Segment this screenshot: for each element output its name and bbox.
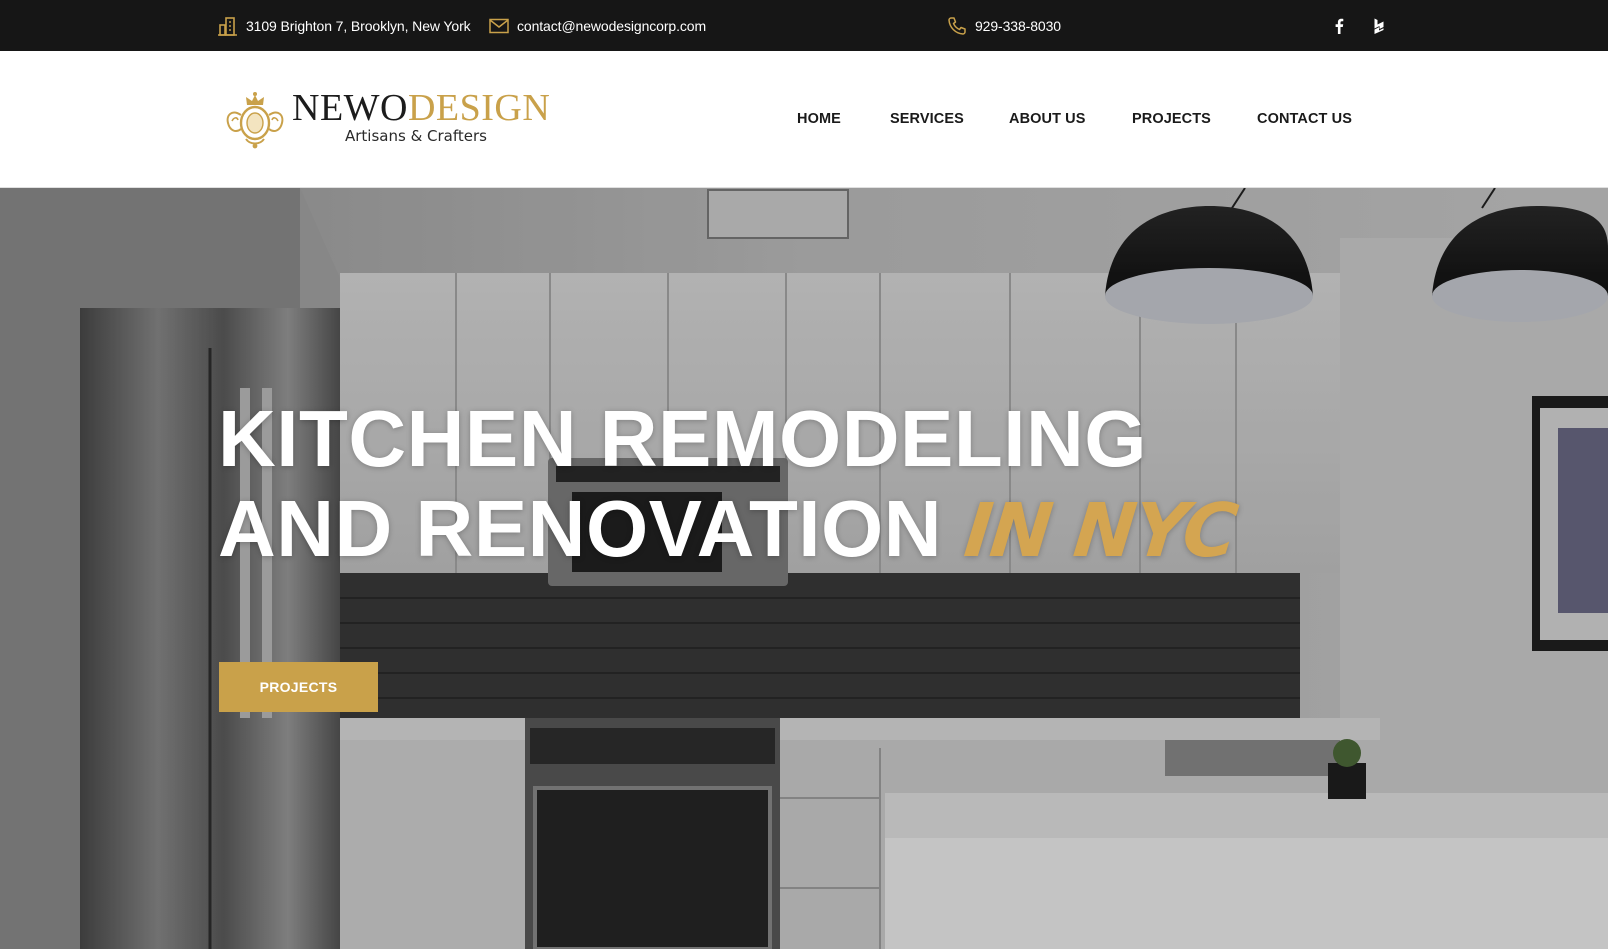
building-icon xyxy=(218,16,238,36)
nav-item-projects[interactable]: PROJECTS xyxy=(1132,51,1211,187)
site-header: NEWODESIGN Artisans & Crafters HOME SERV… xyxy=(0,51,1608,188)
projects-button[interactable]: PROJECTS xyxy=(219,662,378,712)
logo-name-gold: DESIGN xyxy=(407,87,551,129)
address-link[interactable]: 3109 Brighton 7, Brooklyn, New York xyxy=(218,0,471,51)
email-link[interactable]: contact@newodesigncorp.com xyxy=(489,0,706,51)
hero-title-line-1: KITCHEN REMODELING xyxy=(218,394,1147,483)
phone-icon xyxy=(947,16,967,36)
hero-title-accent: IN NYC xyxy=(960,488,1240,574)
facebook-icon[interactable] xyxy=(1329,16,1349,36)
hero-title-line-2: AND RENOVATION xyxy=(218,484,943,573)
logo-wordmark: NEWODESIGN xyxy=(292,89,550,127)
phone-link[interactable]: 929-338-8030 xyxy=(947,0,1061,51)
houzz-icon[interactable] xyxy=(1369,16,1389,36)
email-text: contact@newodesigncorp.com xyxy=(517,17,707,34)
top-info-bar: 3109 Brighton 7, Brooklyn, New York cont… xyxy=(0,0,1608,51)
address-text: 3109 Brighton 7, Brooklyn, New York xyxy=(246,17,471,34)
nav-item-about-us[interactable]: ABOUT US xyxy=(1009,51,1086,187)
hero-title: KITCHEN REMODELING AND RENOVATION IN NYC xyxy=(218,394,1240,576)
envelope-icon xyxy=(489,18,509,34)
page: 3109 Brighton 7, Brooklyn, New York cont… xyxy=(0,0,1608,949)
nav-item-services[interactable]: SERVICES xyxy=(890,51,964,187)
logo-name-dark: NEWO xyxy=(292,87,408,129)
hero-section: KITCHEN REMODELING AND RENOVATION IN NYC … xyxy=(0,188,1608,949)
logo-tagline: Artisans & Crafters xyxy=(345,127,487,145)
nav-item-home[interactable]: HOME xyxy=(797,51,841,187)
logo[interactable]: NEWODESIGN Artisans & Crafters xyxy=(222,89,550,159)
nav-item-contact-us[interactable]: CONTACT US xyxy=(1257,51,1352,187)
crest-logo-icon xyxy=(222,91,288,156)
phone-text: 929-338-8030 xyxy=(975,17,1061,34)
